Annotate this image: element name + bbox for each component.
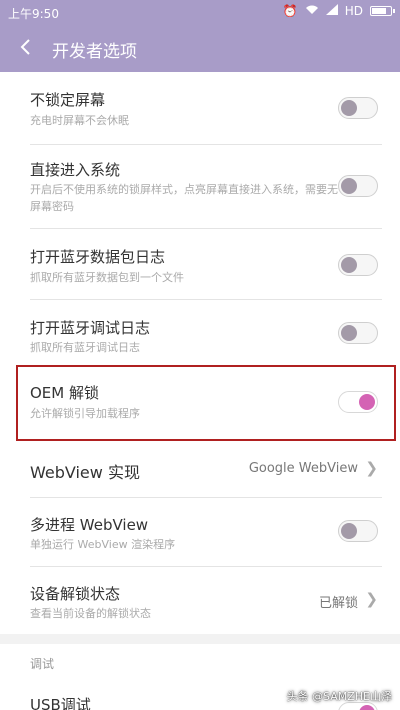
chevron-right-icon: ❯ bbox=[365, 459, 378, 477]
setting-multiprocess-webview[interactable]: 多进程 WebView 单独运行 WebView 渲染程序 bbox=[0, 498, 400, 570]
setting-title: USB调试 bbox=[30, 696, 91, 710]
status-bar: 上午9:50 ⏰ HD bbox=[0, 0, 400, 24]
webview-impl-value: Google WebView bbox=[248, 461, 358, 476]
chevron-right-icon: ❯ bbox=[365, 590, 378, 608]
setting-bt-debug-log[interactable]: 打开蓝牙调试日志 抓取所有蓝牙调试日志 bbox=[0, 300, 400, 366]
setting-subtitle: 查看当前设备的解锁状态 bbox=[30, 607, 151, 620]
direct-boot-toggle[interactable] bbox=[338, 175, 378, 197]
setting-direct-boot[interactable]: 直接进入系统 开启后不使用系统的锁屏样式，点亮屏幕直接进入系统，需要无屏幕密码 bbox=[0, 145, 400, 237]
setting-title: WebView 实现 bbox=[30, 463, 140, 482]
app-bar: 开发者选项 bbox=[0, 24, 400, 72]
setting-device-unlock-status[interactable]: 设备解锁状态 查看当前设备的解锁状态 已解锁 ❯ bbox=[0, 567, 400, 633]
page-title: 开发者选项 bbox=[52, 42, 137, 62]
setting-keep-screen-on[interactable]: 不锁定屏幕 充电时屏幕不会休眠 bbox=[0, 72, 400, 144]
setting-subtitle: 开启后不使用系统的锁屏样式，点亮屏幕直接进入系统，需要无屏幕密码 bbox=[30, 183, 338, 213]
alarm-icon: ⏰ bbox=[282, 4, 298, 18]
section-separator bbox=[0, 634, 400, 644]
setting-title: 打开蓝牙调试日志 bbox=[30, 319, 151, 337]
setting-subtitle: 抓取所有蓝牙数据包到一个文件 bbox=[30, 271, 184, 284]
status-icons: ⏰ HD bbox=[282, 4, 395, 18]
multiprocess-webview-toggle[interactable] bbox=[338, 520, 378, 542]
setting-subtitle: 单独运行 WebView 渲染程序 bbox=[30, 538, 176, 551]
setting-title: 不锁定屏幕 bbox=[30, 91, 106, 109]
back-arrow-icon[interactable] bbox=[18, 32, 42, 62]
bt-debug-log-toggle[interactable] bbox=[338, 322, 378, 344]
section-header-debug: 调试 bbox=[30, 657, 55, 671]
status-time: 上午9:50 bbox=[8, 7, 59, 21]
wifi-icon bbox=[305, 4, 319, 18]
setting-subtitle: 抓取所有蓝牙调试日志 bbox=[30, 341, 140, 354]
network-type: HD bbox=[344, 4, 363, 18]
setting-title: 打开蓝牙数据包日志 bbox=[30, 248, 166, 266]
setting-webview-impl[interactable]: WebView 实现 Google WebView ❯ bbox=[0, 442, 400, 498]
setting-title: 设备解锁状态 bbox=[30, 585, 121, 603]
highlight-box bbox=[16, 365, 396, 441]
battery-icon bbox=[370, 6, 395, 16]
setting-subtitle: 充电时屏幕不会休眠 bbox=[30, 114, 129, 127]
unlock-status-value: 已解锁 bbox=[318, 596, 358, 611]
setting-title: 多进程 WebView bbox=[30, 516, 149, 534]
bt-hci-log-toggle[interactable] bbox=[338, 254, 378, 276]
keep-screen-on-toggle[interactable] bbox=[338, 97, 378, 119]
watermark: 头条 @SAMZHE山泽 bbox=[286, 690, 392, 703]
setting-bt-hci-log[interactable]: 打开蓝牙数据包日志 抓取所有蓝牙数据包到一个文件 bbox=[0, 229, 400, 301]
signal-icon bbox=[325, 4, 338, 18]
setting-title: 直接进入系统 bbox=[30, 161, 121, 179]
